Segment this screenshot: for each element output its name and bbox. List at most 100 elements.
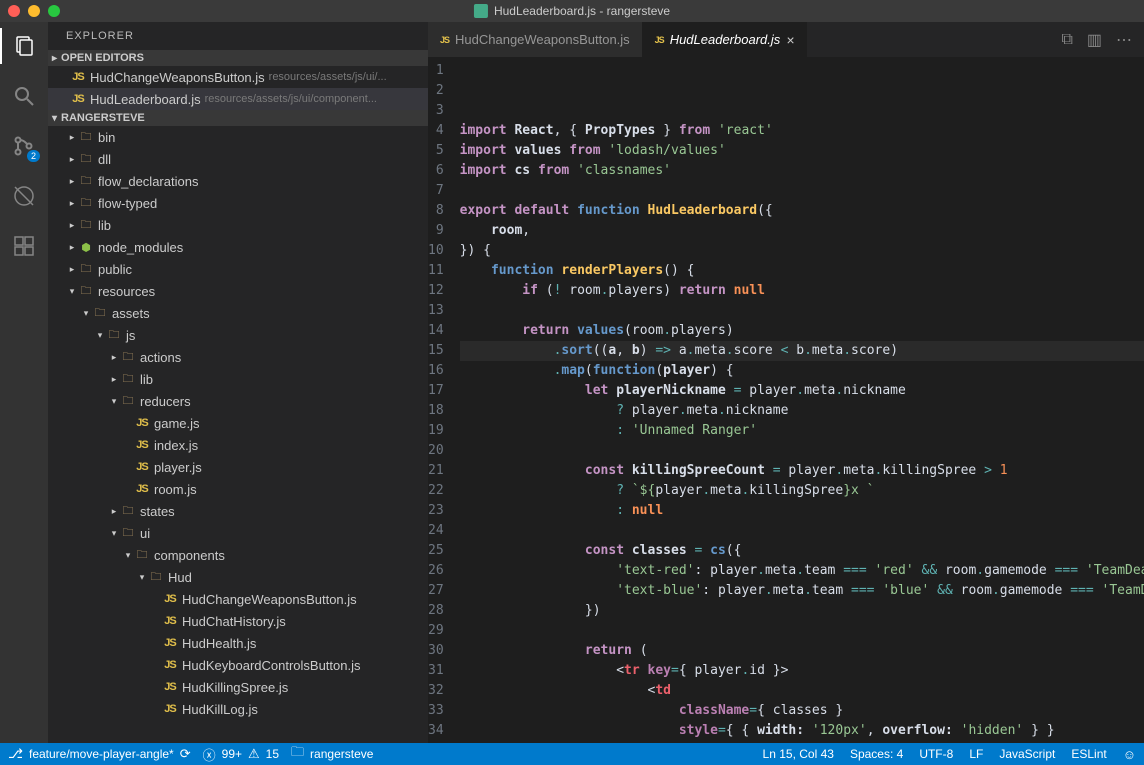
item-label: game.js [154,416,200,431]
folder-item[interactable]: ▸🗀lib [48,214,428,236]
chevron-icon: ▾ [80,308,92,319]
debug-tab-button[interactable] [10,182,38,210]
folder-icon: 🗀 [120,524,136,543]
file-item[interactable]: JSHudKeyboardControlsButton.js [48,654,428,676]
file-item[interactable]: JSHudKillingSpree.js [48,676,428,698]
folder-item[interactable]: ▸🗀flow_declarations [48,170,428,192]
file-item[interactable]: JS index.js [48,434,428,456]
editor-tab[interactable]: JSHudLeaderboard.js× [643,22,808,57]
activity-bar: 2 [0,22,48,743]
project-header[interactable]: ▾ RANGERSTEVE [48,110,428,126]
js-file-icon: JS [162,681,178,693]
file-path-hint: resources/assets/js/ui/... [269,71,387,83]
js-file-icon: JS [70,71,86,83]
scm-badge: 2 [27,150,40,162]
indent-status[interactable]: Spaces: 4 [850,747,903,762]
js-file-icon: JS [70,93,86,105]
search-tab-button[interactable] [10,82,38,110]
editor-tabs: JSHudChangeWeaponsButton.jsJSHudLeaderbo… [428,22,1144,57]
folder-item[interactable]: ▾🗀reducers [48,390,428,412]
js-file-icon: JS [440,35,449,45]
file-tree: ▸🗀bin▸🗀dll▸🗀flow_declarations▸🗀flow-type… [48,126,428,743]
folder-item[interactable]: ▸🗀public [48,258,428,280]
item-label: HudHealth.js [182,636,256,651]
item-label: dll [98,152,111,167]
open-editor-item[interactable]: JSHudLeaderboard.jsresources/assets/js/u… [48,88,428,110]
folder-item[interactable]: ▸🗀flow-typed [48,192,428,214]
maximize-window-button[interactable] [48,5,60,17]
open-editors-header[interactable]: ▸ OPEN EDITORS [48,50,428,66]
folder-item[interactable]: ▾🗀 ui [48,522,428,544]
cursor-position[interactable]: Ln 15, Col 43 [763,747,834,762]
feedback-icon[interactable]: ☺ [1123,747,1136,762]
file-item[interactable]: JS HudHealth.js [48,632,428,654]
chevron-icon: ▾ [122,550,134,561]
folder-item[interactable]: ▸🗀dll [48,148,428,170]
minimize-window-button[interactable] [28,5,40,17]
folder-item[interactable]: ▸🗀actions [48,346,428,368]
folder-item[interactable]: ▾🗀assets [48,302,428,324]
chevron-icon: ▸ [66,176,78,187]
folder-item[interactable]: ▾🗀Hud [48,566,428,588]
file-name: HudChangeWeaponsButton.js [90,70,265,85]
js-file-icon: JS [162,637,178,649]
line-number-gutter: 1234567891011121314151617181920212223242… [428,57,460,743]
folder-item[interactable]: ▾🗀resources [48,280,428,302]
chevron-icon: ▸ [66,242,78,253]
item-label: js [126,328,135,343]
folder-status[interactable]: 🗀 rangersteve [291,743,373,765]
scm-tab-button[interactable]: 2 [10,132,38,160]
chevron-icon: ▸ [66,220,78,231]
item-label: index.js [154,438,198,453]
file-item[interactable]: JSHudKillLog.js [48,698,428,720]
open-editor-item[interactable]: JS HudChangeWeaponsButton.js resources/ass… [48,66,428,88]
branch-name: feature/move-player-angle* [29,747,174,761]
language-status[interactable]: JavaScript [999,747,1055,762]
editor-tab[interactable]: JSHudChangeWeaponsButton.js [428,22,643,57]
layout-icon[interactable]: ▥ [1087,30,1102,50]
lint-status[interactable]: ESLint [1071,747,1106,762]
chevron-icon: ▸ [66,132,78,143]
folder-icon: 🗀 [120,392,136,411]
chevron-icon: ▸ [108,374,120,385]
js-file-icon: JS [162,593,178,605]
folder-icon: 🗀 [78,150,94,169]
folder-icon: 🗀 [78,260,94,279]
item-label: ui [140,526,150,541]
problems-status[interactable]: ⓧ99+ ⚠15 [203,745,279,764]
folder-item[interactable]: ▾🗀components [48,544,428,566]
encoding-status[interactable]: UTF-8 [919,747,953,762]
item-label: lib [98,218,111,233]
explorer-tab-button[interactable] [10,32,38,60]
close-window-button[interactable] [8,5,20,17]
code-content[interactable]: import React, { PropTypes } from 'react'… [460,57,1144,743]
file-item[interactable]: JSroom.js [48,478,428,500]
folder-item[interactable]: ▸🗀lib [48,368,428,390]
file-item[interactable]: JSHudChangeWeaponsButton.js [48,588,428,610]
file-item[interactable]: JS game.js [48,412,428,434]
eol-status[interactable]: LF [969,747,983,762]
js-file-icon: JS [134,439,150,451]
folder-item[interactable]: ▸🗀bin [48,126,428,148]
js-file-icon: JS [162,615,178,627]
extensions-tab-button[interactable] [10,232,38,260]
close-tab-button[interactable]: × [786,32,794,48]
js-file-icon: JS [134,417,150,429]
split-editor-icon[interactable]: ⧉ [1061,31,1072,49]
folder-icon: 🗀 [78,282,94,301]
code-editor[interactable]: 1234567891011121314151617181920212223242… [428,57,1144,743]
chevron-icon: ▾ [66,286,78,297]
warning-icon: ⚠ [248,746,260,762]
file-item[interactable]: JSHudChatHistory.js [48,610,428,632]
git-branch-status[interactable]: ⎇ feature/move-player-angle* ⟳ [8,746,191,762]
more-actions-icon[interactable]: ⋯ [1116,30,1132,50]
folder-item[interactable]: ▸⬢node_modules [48,236,428,258]
chevron-icon: ▾ [108,528,120,539]
sync-icon: ⟳ [180,746,191,762]
folder-icon: 🗀 [120,370,136,389]
error-count: 99+ [222,747,242,761]
file-item[interactable]: JSplayer.js [48,456,428,478]
folder-item[interactable]: ▾🗀js [48,324,428,346]
window-title-text: HudLeaderboard.js - rangersteve [494,4,670,18]
folder-item[interactable]: ▸🗀states [48,500,428,522]
